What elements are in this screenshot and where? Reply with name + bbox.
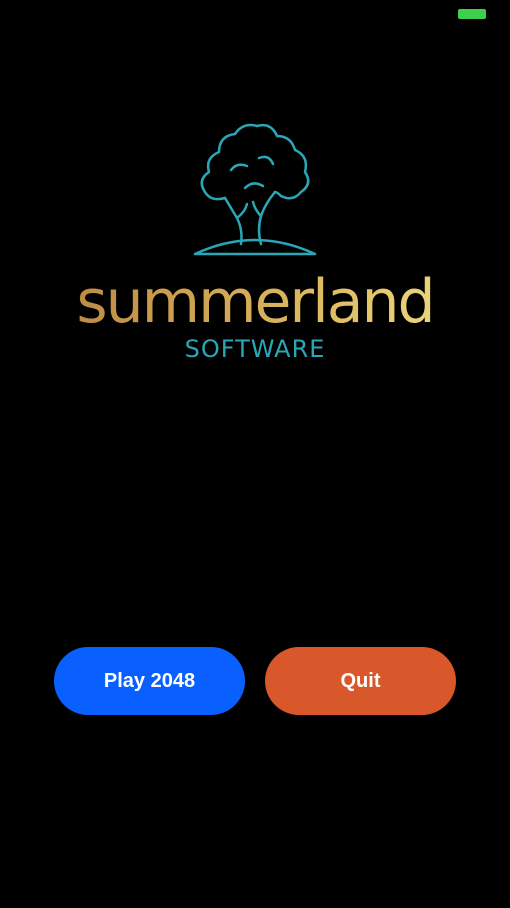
- summerland-logo: summerland SOFTWARE: [0, 110, 510, 380]
- battery-icon: [458, 9, 486, 19]
- tree-icon: [193, 123, 317, 256]
- brand-subtitle: SOFTWARE: [184, 335, 326, 363]
- brand-name: summerland: [0, 262, 510, 342]
- quit-button[interactable]: Quit: [265, 647, 456, 715]
- play-2048-button[interactable]: Play 2048: [54, 647, 245, 715]
